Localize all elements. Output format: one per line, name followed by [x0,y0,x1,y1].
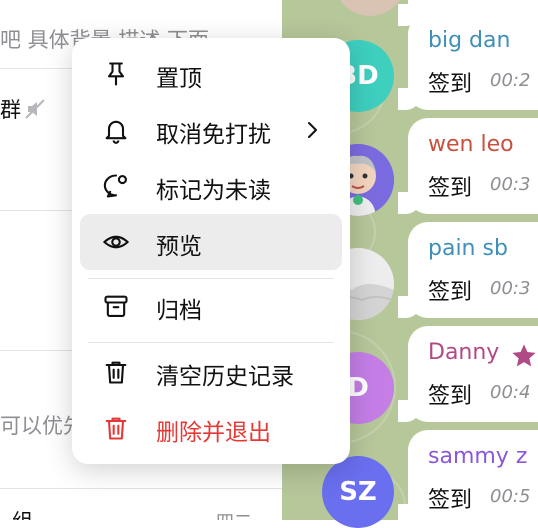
unread-bubble-icon [103,174,127,198]
message-bubble: Danny 签到 00:4 [398,326,538,422]
star-badge-icon [512,344,536,367]
muted-icon [25,99,45,119]
sender-name[interactable]: Danny [428,340,499,365]
message-time: 00:4 [490,382,531,403]
message-bubble: big dan 签到 00:2 [398,14,538,110]
menu-item-preview[interactable]: 预览 [80,214,342,270]
trash-red-icon [105,417,127,440]
chevron-right-icon [308,122,317,138]
sender-name[interactable]: big dan [428,28,510,53]
divider [0,488,282,489]
message-text: 签到 [428,280,473,305]
menu-item-label: 归档 [156,298,202,324]
trash-icon [105,361,127,384]
menu-item-label: 预览 [156,234,202,260]
chat-date: 四二 [216,508,252,520]
archive-icon [104,295,128,317]
menu-item-delete-and-leave[interactable]: 删除并退出 [80,400,342,456]
sender-name[interactable]: pain sb [428,236,508,261]
message-time: 00:5 [490,486,531,507]
message-time: 00:2 [490,70,531,91]
avatar[interactable]: SZ [322,456,394,528]
menu-item-unmute[interactable]: 取消免打扰 [80,102,342,158]
menu-item-label: 置顶 [156,66,202,92]
context-menu: 置顶 取消免打扰 标记为未读 预览 归档 清空历史记录 删除并退出 [72,38,350,464]
menu-item-mark-unread[interactable]: 标记为未读 [80,158,342,214]
message-time: 00:3 [490,278,531,299]
menu-item-pin[interactable]: 置顶 [80,46,342,102]
menu-item-label: 删除并退出 [156,420,271,446]
chat-title[interactable]: 组 [12,506,33,520]
bell-icon [105,120,127,144]
message-bubble: wen leo 签到 00:3 [398,118,538,214]
sender-name[interactable]: wen leo [428,132,514,157]
message-text: 签到 [428,176,473,201]
message-time: 00:3 [490,174,531,195]
menu-divider [88,342,334,343]
message-bubble: pain sb 签到 00:3 [398,222,538,318]
menu-item-label: 取消免打扰 [156,122,271,148]
menu-item-archive[interactable]: 归档 [80,278,342,334]
message-text: 签到 [428,72,473,97]
menu-item-label: 标记为未读 [156,178,271,204]
chat-title[interactable]: 群 [0,94,21,124]
eye-icon [103,235,129,249]
pin-icon [107,62,125,86]
message-text: 签到 [428,384,473,409]
message-text: 签到 [428,488,473,513]
sender-name[interactable]: sammy z [428,444,527,469]
message-bubble: sammy z 签到 00:5 [398,430,538,526]
menu-item-label: 清空历史记录 [156,364,294,390]
menu-item-clear-history[interactable]: 清空历史记录 [80,344,342,400]
